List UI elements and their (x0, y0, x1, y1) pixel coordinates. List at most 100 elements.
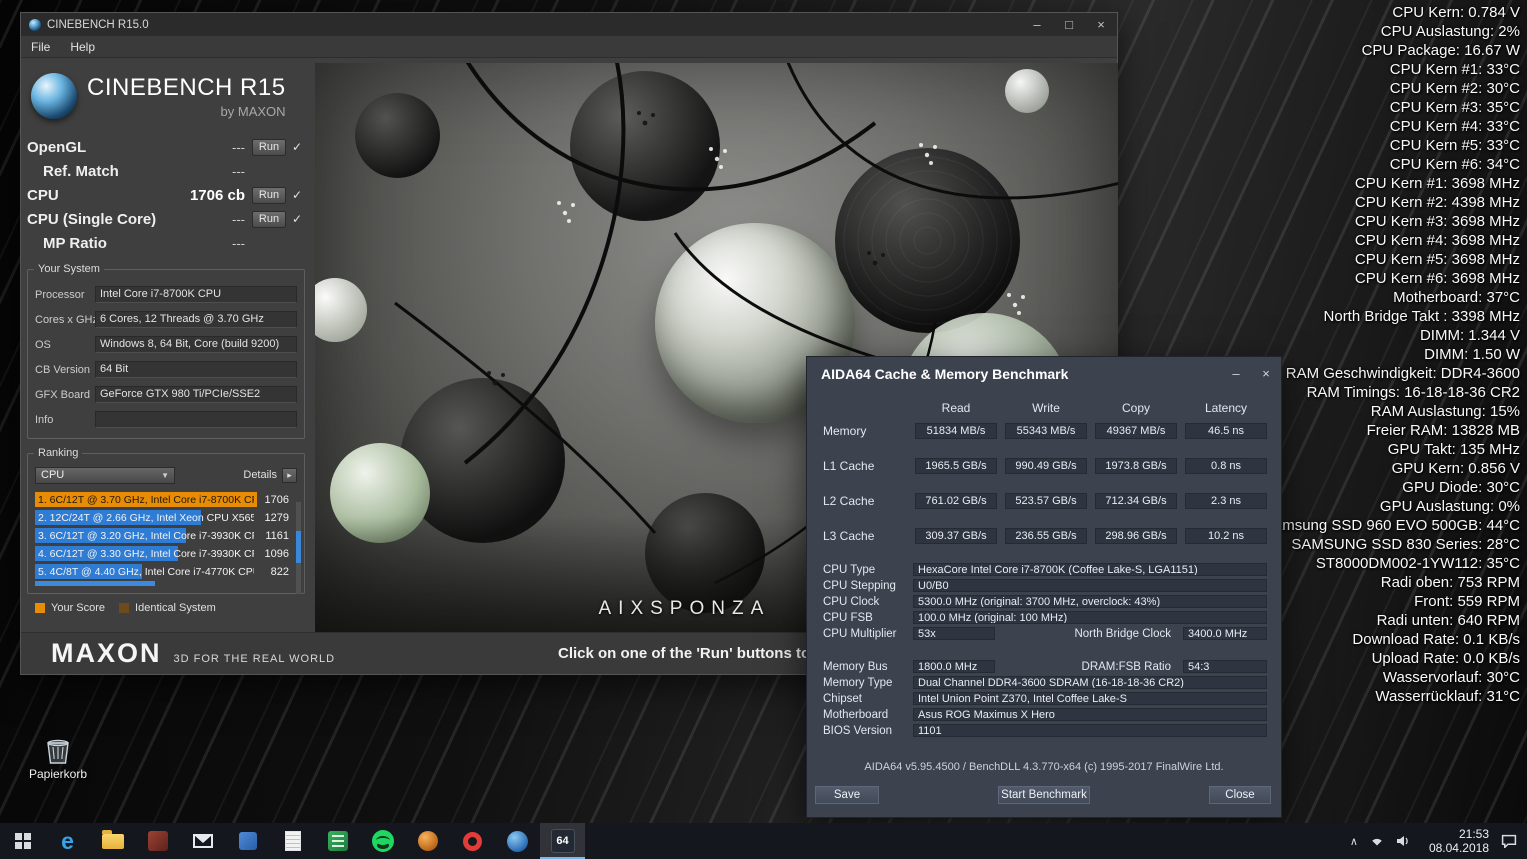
cinebench-titlebar[interactable]: CINEBENCH R15.0 – □ × (21, 13, 1117, 36)
taskbar-icon-app-orange[interactable] (405, 823, 450, 859)
taskbar-icon-app-maroon[interactable] (135, 823, 180, 859)
sensor-readout: Wasserrücklauf: 31°C (1375, 688, 1520, 705)
sensor-readout: CPU Kern #4: 3698 MHz (1354, 232, 1520, 249)
taskbar-icon-edge[interactable]: e (45, 823, 90, 859)
maximize-button[interactable]: □ (1053, 13, 1085, 36)
run-button[interactable]: Run (252, 138, 286, 156)
info-row: Memory Bus 1800.0 MHz DRAM:FSB Ratio 54:3 (823, 660, 1267, 673)
close-button[interactable]: × (1085, 13, 1117, 36)
recycle-bin[interactable]: Papierkorb (26, 735, 90, 781)
close-button[interactable]: Close (1209, 786, 1271, 804)
taskbar-icon-opera[interactable] (450, 823, 495, 859)
menu-file[interactable]: File (21, 40, 60, 54)
ranking-scrollbar[interactable] (296, 502, 301, 594)
sensor-readout: Radi oben: 753 RPM (1380, 574, 1520, 591)
save-button[interactable]: Save (815, 786, 879, 804)
ranking-row-label: 5. 4C/8T @ 4.40 GHz, Intel Core i7-4770K… (38, 566, 254, 578)
details-button[interactable]: ▸ (282, 467, 297, 483)
menu-help[interactable]: Help (60, 40, 105, 54)
opera-icon (463, 831, 482, 851)
sensor-readout: CPU Kern #2: 30°C (1389, 80, 1520, 97)
info-row-label: CPU Stepping (823, 579, 896, 592)
info-row-label: CPU FSB (823, 611, 873, 624)
benchmark-table: Memory 51834 MB/s 55343 MB/s 49367 MB/s 46.5… (823, 423, 1267, 544)
benchmark-row: OpenGL --- Run ✓ (27, 135, 305, 159)
your-score-swatch (35, 603, 45, 613)
ranking-row[interactable]: 5. 4C/8T @ 4.40 GHz, Intel Core i7-4770K… (35, 563, 289, 581)
ranking-panel: Ranking CPU ▼ Details ▸ 1. 6C/12T @ 3.70… (27, 447, 305, 594)
tray-expand-icon[interactable]: ∧ (1350, 835, 1358, 848)
info-row: Memory Type Dual Channel DDR4-3600 SDRAM … (823, 676, 1267, 689)
info-value-field: 54:3 (1183, 660, 1267, 673)
ranking-row[interactable]: 3. 6C/12T @ 3.20 GHz, Intel Core i7-3930… (35, 527, 289, 545)
system-field-value: Intel Core i7-8700K CPU (95, 286, 297, 303)
system-field-value: Windows 8, 64 Bit, Core (build 9200) (95, 336, 297, 353)
sensor-readout: RAM Timings: 16-18-18-36 CR2 (1306, 384, 1520, 401)
benchmark-label: OpenGL (27, 138, 87, 156)
info-value-field: HexaCore Intel Core i7-8700K (Coffee Lak… (913, 563, 1267, 576)
network-icon[interactable] (1370, 835, 1384, 847)
benchmark-label: MP Ratio (43, 234, 107, 252)
sensor-readout: CPU Kern #4: 33°C (1389, 118, 1520, 135)
benchmark-value: --- (232, 163, 245, 179)
taskbar-icon-notepad[interactable] (270, 823, 315, 859)
sensor-readout: CPU Kern #6: 34°C (1389, 156, 1520, 173)
scrollbar-thumb[interactable] (296, 531, 301, 563)
taskbar-icon-browser-blue[interactable] (495, 823, 540, 859)
ranking-partial-row (35, 581, 297, 586)
sensor-readout: SAMSUNG SSD 830 Series: 28°C (1291, 536, 1520, 553)
volume-icon[interactable] (1396, 835, 1411, 847)
benchmark-header-row: Read Write Copy Latency (823, 401, 1267, 415)
bench-row-label: L3 Cache (823, 529, 875, 543)
benchmark-row: CPU 1706 cb Run ✓ (27, 183, 305, 207)
taskbar-icon-aida64[interactable]: 64 (540, 823, 585, 859)
taskbar-icon-mail[interactable] (180, 823, 225, 859)
info-value-field: Dual Channel DDR4-3600 SDRAM (16-18-18-3… (913, 676, 1267, 689)
info-row: CPU Multiplier 53x North Bridge Clock 3400.… (823, 627, 1267, 640)
system-info-row: Info (35, 407, 297, 432)
action-center-icon[interactable] (1501, 834, 1517, 848)
render-brand-logo: AIXSPONZA (598, 598, 771, 619)
taskbar-icon-sheets-green[interactable] (315, 823, 360, 859)
close-button[interactable]: × (1251, 359, 1281, 389)
ranking-row[interactable]: 2. 12C/24T @ 2.66 GHz, Intel Xeon CPU X5… (35, 509, 289, 527)
maxon-tagline: 3D FOR THE REAL WORLD (173, 653, 336, 665)
spotify-icon (371, 830, 394, 852)
aida64-titlebar[interactable]: AIDA64 Cache & Memory Benchmark – × (807, 357, 1281, 391)
ranking-row[interactable]: 1. 6C/12T @ 3.70 GHz, Intel Core i7-8700… (35, 491, 289, 509)
ranking-row-score: 822 (270, 566, 289, 578)
chevron-down-icon: ▼ (161, 470, 169, 480)
taskbar-icon-file-explorer[interactable] (90, 823, 135, 859)
taskbar-icon-app-blue[interactable] (225, 823, 270, 859)
info-row-label: DRAM:FSB Ratio (1081, 660, 1171, 673)
ranking-row-label: 2. 12C/24T @ 2.66 GHz, Intel Xeon CPU X5… (38, 512, 254, 524)
run-button[interactable]: Run (252, 210, 286, 228)
run-button[interactable]: Run (252, 186, 286, 204)
taskbar-clock[interactable]: 21:53 08.04.2018 (1429, 827, 1489, 855)
app-blue-icon (238, 832, 257, 850)
ranking-list: 1. 6C/12T @ 3.70 GHz, Intel Core i7-8700… (35, 491, 297, 581)
ranking-row-label: 3. 6C/12T @ 3.20 GHz, Intel Core i7-3930… (38, 530, 254, 542)
bench-value-field: 49367 MB/s (1095, 423, 1177, 439)
taskbar-icon-start[interactable] (0, 823, 45, 859)
recycle-bin-icon (47, 739, 69, 764)
details-label: Details (243, 469, 277, 481)
bench-row-label: L1 Cache (823, 459, 875, 473)
system-field-label: OS (35, 338, 51, 351)
logo-title: CINEBENCH R15 (87, 73, 286, 101)
ranking-category-dropdown[interactable]: CPU ▼ (35, 466, 175, 484)
minimize-button[interactable]: – (1221, 359, 1251, 389)
info-value-field: 5300.0 MHz (original: 3700 MHz, overcloc… (913, 595, 1267, 608)
bench-value-field: 1965.5 GB/s (915, 458, 997, 474)
bench-value-field: 10.2 ns (1185, 528, 1267, 544)
sensor-readout: CPU Kern: 0.784 V (1392, 4, 1520, 21)
ranking-row[interactable]: 4. 6C/12T @ 3.30 GHz, Intel Core i7-3930… (35, 545, 289, 563)
check-icon: ✓ (291, 140, 303, 154)
bench-row: Memory 51834 MB/s 55343 MB/s 49367 MB/s 46.5… (823, 423, 1267, 439)
info-row-label: Chipset (823, 692, 862, 705)
bench-column-header: Copy (1121, 401, 1150, 415)
taskbar-icon-spotify[interactable] (360, 823, 405, 859)
aida64-icon: 64 (550, 829, 575, 853)
minimize-button[interactable]: – (1021, 13, 1053, 36)
start-benchmark-button[interactable]: Start Benchmark (998, 786, 1090, 804)
